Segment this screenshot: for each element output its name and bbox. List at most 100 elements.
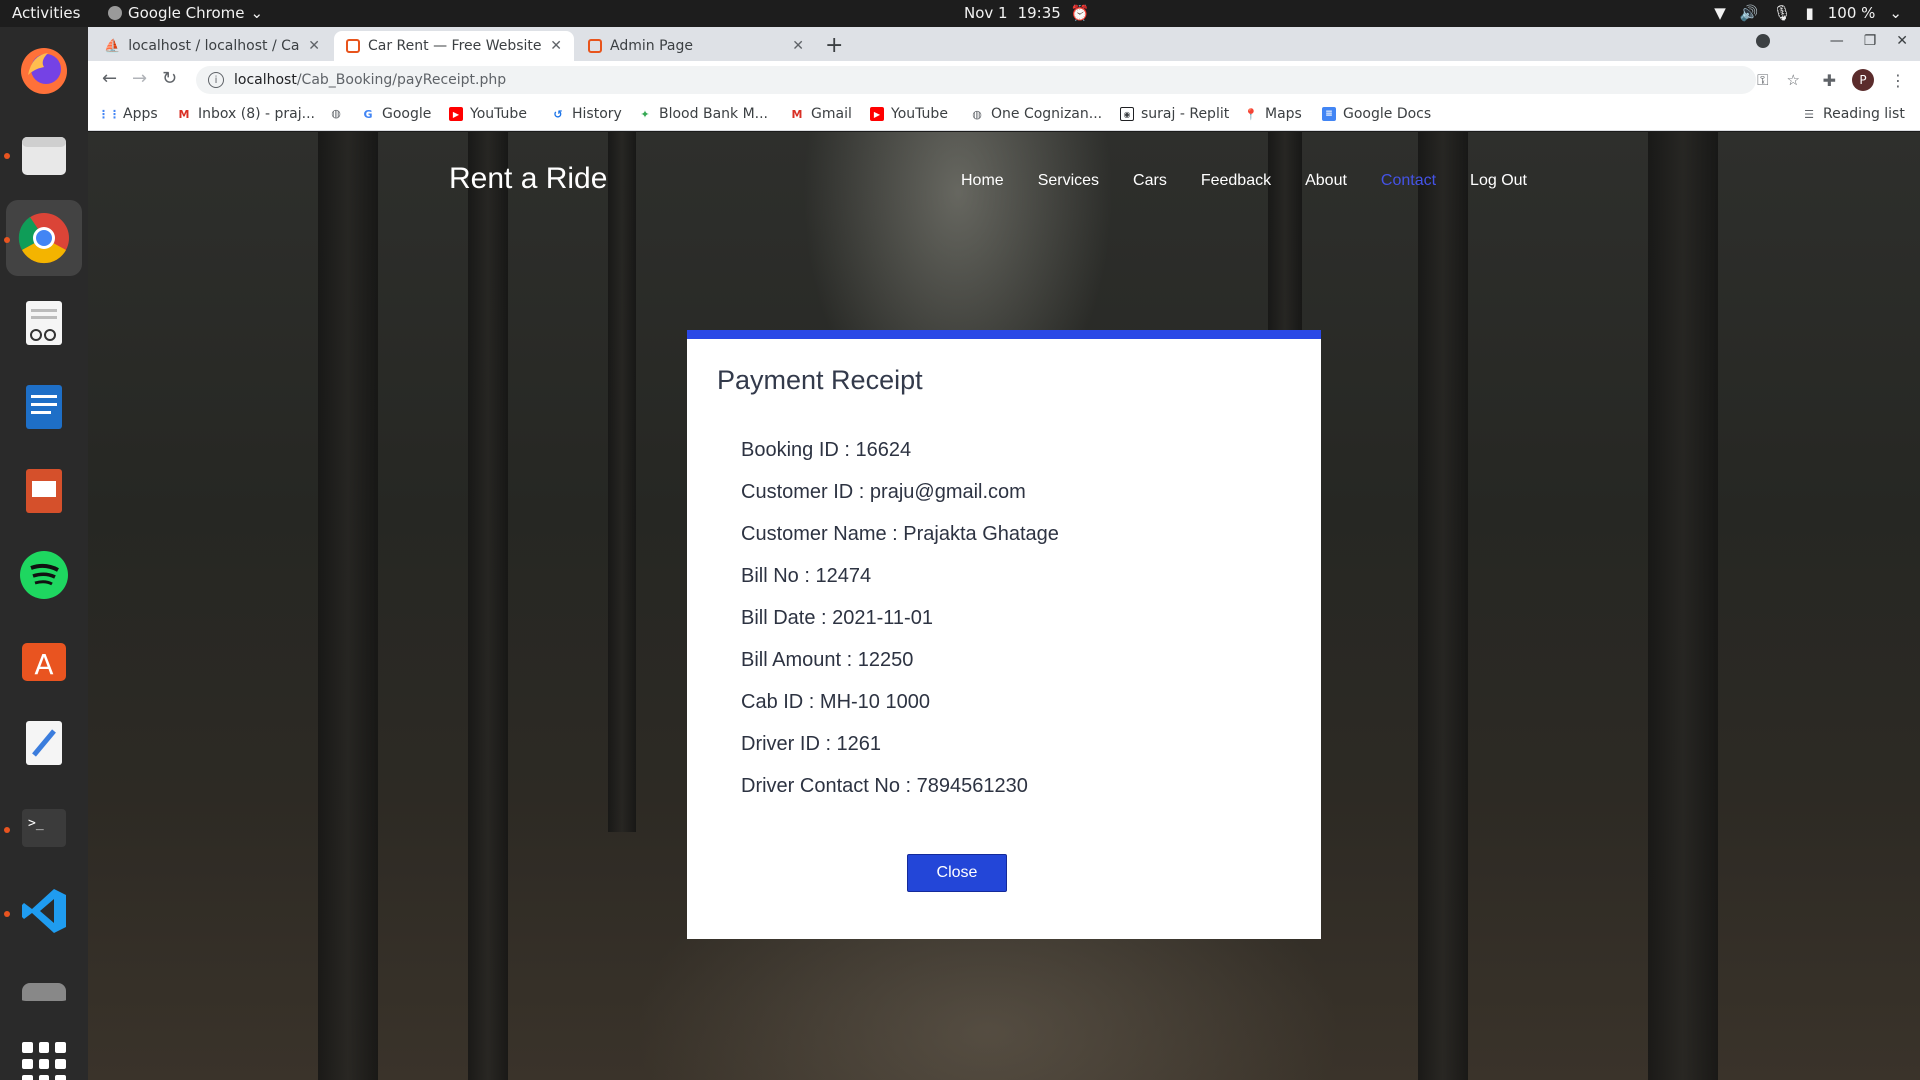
cab-id: Cab ID : MH-10 1000	[741, 691, 930, 713]
nav-logout[interactable]: Log Out	[1470, 172, 1527, 190]
svg-text:>_: >_	[28, 816, 44, 831]
youtube-icon: ▶	[870, 107, 884, 121]
spotify-icon[interactable]	[14, 545, 74, 605]
bookmark-maps[interactable]: 📍 Maps	[1244, 106, 1302, 122]
running-indicator	[4, 827, 10, 833]
maps-icon: 📍	[1244, 107, 1258, 121]
bill-amount: Bill Amount : 12250	[741, 649, 914, 671]
bookmark-youtube[interactable]: ▶ YouTube	[870, 106, 948, 122]
nav-contact[interactable]: Contact	[1381, 172, 1436, 190]
back-icon[interactable]: ←	[102, 68, 117, 89]
clock[interactable]: Nov 1 19:35 ⏰	[964, 4, 1090, 22]
nav-services[interactable]: Services	[1038, 172, 1099, 190]
libreoffice-impress-icon[interactable]	[14, 461, 74, 521]
tab-car-rent[interactable]: Car Rent — Free Website ✕	[334, 31, 574, 61]
site-brand[interactable]: Rent a Ride	[449, 162, 607, 196]
bookmark-label: History	[572, 106, 622, 122]
reload-icon[interactable]: ↻	[162, 68, 177, 89]
disk-icon[interactable]	[14, 977, 74, 1001]
system-tray[interactable]: ▼ 🔊 🎙 ▮ 100 % ⌄	[1714, 4, 1902, 22]
bookmark-blood-bank[interactable]: ✦ Blood Bank M...	[638, 106, 768, 122]
bookmarks-bar: ⋮⋮ Apps M Inbox (8) - praj... ◍ G Google…	[88, 99, 1920, 131]
gmail-icon: M	[178, 107, 190, 121]
site-favicon-icon	[346, 39, 360, 53]
bookmark-one-cognizant[interactable]: ◍ One Cognizan...	[970, 106, 1102, 122]
nav-cars[interactable]: Cars	[1133, 172, 1167, 190]
bookmark-google-docs[interactable]: ≡ Google Docs	[1322, 106, 1431, 122]
bill-no: Bill No : 12474	[741, 565, 872, 587]
files-icon[interactable]	[14, 125, 74, 185]
bookmark-globe[interactable]: ◍	[329, 106, 343, 120]
tab-phpmyadmin[interactable]: ⛵ localhost / localhost / Cab ✕	[92, 31, 332, 61]
terminal-icon[interactable]: >_	[14, 797, 74, 857]
bookmark-apps[interactable]: ⋮⋮ Apps	[98, 106, 158, 122]
tab-search-icon[interactable]	[1755, 34, 1770, 48]
bookmark-label: One Cognizan...	[991, 106, 1103, 122]
libreoffice-writer-icon[interactable]	[14, 377, 74, 437]
address-bar[interactable]: i localhost/Cab_Booking/payReceipt.php	[196, 66, 1756, 94]
vscode-icon[interactable]	[14, 881, 74, 941]
bookmark-history[interactable]: ↺ History	[551, 106, 622, 122]
firefox-icon[interactable]	[14, 41, 74, 101]
software-center-icon[interactable]: A	[14, 629, 74, 689]
forward-icon[interactable]: →	[132, 68, 147, 89]
customer-id: Customer ID : praju@gmail.com	[741, 481, 1026, 503]
url-path: /Cab_Booking/payReceipt.php	[296, 72, 507, 88]
activities-button[interactable]: Activities	[12, 4, 80, 22]
url-host: localhost	[234, 72, 297, 88]
bookmark-youtube[interactable]: ▶ YouTube	[449, 106, 527, 122]
avatar[interactable]: P	[1852, 69, 1874, 91]
document-viewer-icon[interactable]	[14, 293, 74, 353]
apps-grid-icon: ⋮⋮	[98, 107, 120, 121]
running-indicator	[4, 153, 10, 159]
browser-window: ⛵ localhost / localhost / Cab ✕ Car Rent…	[88, 27, 1920, 1080]
dock: A >_	[0, 27, 88, 1080]
close-icon[interactable]: ✕	[308, 38, 320, 54]
close-window-icon[interactable]: ✕	[1896, 33, 1908, 49]
booking-id: Booking ID : 16624	[741, 439, 912, 461]
customer-name: Customer Name : Prajakta Ghatage	[741, 523, 1059, 545]
alarm-icon: ⏰	[1070, 4, 1090, 22]
chrome-icon[interactable]	[6, 200, 82, 276]
nav-about[interactable]: About	[1305, 172, 1347, 190]
restore-icon[interactable]: ❐	[1864, 33, 1877, 49]
phpmyadmin-icon: ⛵	[104, 38, 121, 54]
blood-bank-icon: ✦	[640, 107, 650, 121]
app-menu[interactable]: Google Chrome ⌄	[108, 4, 263, 22]
bookmark-inbox[interactable]: M Inbox (8) - praj...	[177, 106, 316, 122]
new-tab-button[interactable]: +	[825, 33, 843, 58]
tree-trunk-decoration	[1418, 132, 1468, 1080]
bookmark-label: Inbox (8) - praj...	[198, 106, 316, 122]
battery-level: 100 %	[1827, 4, 1876, 22]
nav-feedback[interactable]: Feedback	[1201, 172, 1271, 190]
address-bar-actions: ⚿ ☆	[1757, 71, 1800, 89]
bookmark-label: suraj - Replit	[1141, 106, 1230, 122]
close-button[interactable]: Close	[907, 854, 1007, 892]
key-icon[interactable]: ⚿	[1757, 71, 1768, 89]
nav-home[interactable]: Home	[961, 172, 1004, 190]
bookmark-google[interactable]: G Google	[361, 106, 431, 122]
window-controls: — ❐ ✕	[1755, 33, 1908, 49]
bookmark-replit[interactable]: ◉ suraj - Replit	[1120, 106, 1229, 122]
running-indicator	[4, 237, 10, 243]
gmail-icon: M	[791, 107, 803, 121]
tab-admin-page[interactable]: Admin Page ✕	[576, 31, 816, 61]
tab-title: Car Rent — Free Website	[368, 38, 542, 54]
reading-list-button[interactable]: ☰ Reading list	[1802, 106, 1905, 122]
text-editor-icon[interactable]	[14, 713, 74, 773]
minimize-icon[interactable]: —	[1830, 33, 1844, 49]
bookmark-label: Google	[382, 106, 432, 122]
payment-receipt-modal: Payment Receipt Booking ID : 16624 Custo…	[687, 330, 1321, 939]
show-applications-icon[interactable]	[22, 1042, 66, 1080]
close-icon[interactable]: ✕	[792, 38, 804, 54]
close-icon[interactable]: ✕	[550, 38, 562, 54]
chevron-down-icon: ⌄	[250, 4, 264, 22]
site-info-icon[interactable]: i	[208, 72, 224, 88]
docs-icon: ≡	[1322, 107, 1336, 121]
extensions-icon[interactable]: ✚	[1823, 71, 1836, 90]
menu-kebab-icon[interactable]: ⋮	[1890, 71, 1906, 90]
bookmark-gmail[interactable]: M Gmail	[790, 106, 852, 122]
bookmark-label: Gmail	[811, 106, 852, 122]
bookmark-star-icon[interactable]: ☆	[1787, 71, 1800, 89]
toolbar-actions: ✚ P ⋮	[1823, 69, 1906, 91]
